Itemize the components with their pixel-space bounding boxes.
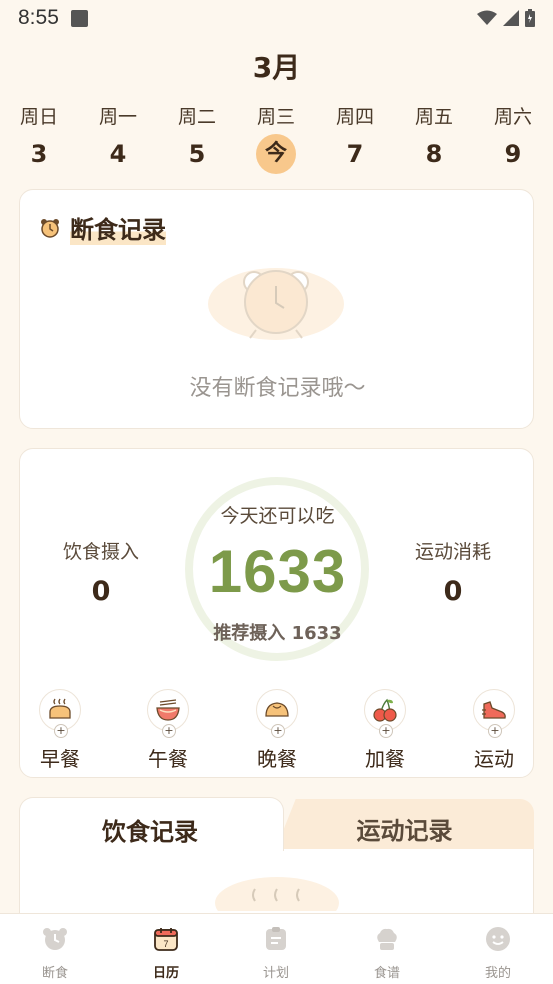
tab-sport-label[interactable]: 运动记录 [275, 811, 534, 846]
nav-calendar[interactable]: 7 日历 [126, 926, 206, 981]
day-number: 9 [504, 140, 522, 168]
day-number: 8 [425, 140, 443, 168]
status-left: 8:55 [18, 6, 88, 30]
tab-diet-record[interactable]: 饮食记录 [19, 797, 284, 851]
signal-icon [503, 10, 519, 26]
nav-label: 断食 [41, 966, 68, 981]
bottom-nav: 断食 7 日历 计划 食谱 我的 [0, 913, 553, 984]
day-tuesday[interactable]: 周二 5 [167, 102, 227, 174]
add-breakfast-button[interactable]: + 早餐 [25, 689, 95, 772]
add-dinner-button[interactable]: + 晚餐 [242, 689, 312, 772]
nav-label: 日历 [152, 966, 179, 981]
remaining-label: 今天还可以吃 [220, 505, 335, 527]
cherry-icon: + [364, 689, 406, 738]
day-saturday[interactable]: 周六 9 [483, 102, 543, 174]
day-number: 4 [109, 140, 127, 168]
day-number: 3 [30, 140, 48, 168]
day-name: 周二 [177, 106, 216, 128]
plus-icon: + [488, 724, 502, 738]
day-name: 周五 [414, 106, 453, 128]
meal-label: 早餐 [40, 747, 80, 771]
day-thursday[interactable]: 周四 7 [325, 102, 385, 174]
burn-value: 0 [443, 576, 463, 607]
day-friday[interactable]: 周五 8 [404, 102, 464, 174]
meal-label: 加餐 [365, 747, 405, 771]
nav-fasting[interactable]: 断食 [15, 926, 95, 981]
fasting-empty-text: 没有断食记录哦～ [189, 376, 366, 401]
day-name: 周六 [493, 106, 532, 128]
calorie-card: 今天还可以吃 1633 推荐摄入 1633 饮食摄入 0 运动消耗 0 + 早餐 [19, 448, 534, 778]
today-marker: 今 [256, 134, 296, 174]
calendar-icon: 7 [154, 928, 178, 951]
burn-stat[interactable]: 运动消耗 0 [388, 537, 518, 607]
day-name: 周一 [98, 106, 137, 128]
day-monday[interactable]: 周一 4 [88, 102, 148, 174]
tab-diet-label: 饮食记录 [102, 818, 198, 846]
wifi-icon [477, 10, 497, 25]
nav-plan[interactable]: 计划 [236, 926, 316, 981]
bread-icon: + [39, 689, 81, 738]
meal-label: 运动 [474, 747, 514, 771]
plus-icon: + [54, 724, 68, 738]
add-snack-button[interactable]: + 加餐 [350, 689, 420, 772]
intake-value: 0 [91, 576, 111, 607]
plus-icon: + [162, 724, 176, 738]
day-number: 5 [188, 140, 206, 168]
intake-label: 饮食摄入 [62, 541, 139, 563]
add-exercise-button[interactable]: + 运动 [459, 689, 529, 772]
empty-clock-illustration [208, 268, 344, 340]
plus-icon: + [271, 724, 285, 738]
chef-hat-icon [377, 928, 397, 950]
alarm-clock-icon [43, 928, 67, 950]
status-time: 8:55 [18, 6, 59, 29]
bun-icon: + [256, 689, 298, 738]
nav-label: 计划 [262, 966, 289, 981]
recommended-intake: 推荐摄入 1633 [213, 623, 342, 644]
notification-icon [70, 9, 88, 27]
smiley-icon [486, 927, 510, 951]
fasting-card[interactable]: 断食记录 没有断食记录哦～ [19, 189, 534, 429]
month-title[interactable]: 3月 [0, 46, 553, 86]
clipboard-icon [266, 927, 286, 950]
day-sunday[interactable]: 周日 3 [9, 102, 69, 174]
meal-label: 晚餐 [257, 747, 297, 771]
day-wednesday-today[interactable]: 周三 今 [246, 102, 306, 174]
burn-label: 运动消耗 [414, 541, 491, 563]
battery-icon [525, 9, 535, 27]
week-strip: 周日 3 周一 4 周二 5 周三 今 周四 7 周五 8 周六 9 [0, 102, 553, 174]
sneaker-icon: + [473, 689, 515, 738]
meal-shortcuts: + 早餐 + 午餐 + 晚餐 + 加餐 + 运动 [20, 689, 535, 773]
day-number: 7 [346, 140, 364, 168]
add-lunch-button[interactable]: + 午餐 [133, 689, 203, 772]
meal-label: 午餐 [148, 747, 188, 771]
steam-bowl-illustration [215, 877, 339, 911]
fasting-title: 断食记录 [70, 210, 166, 245]
status-right [477, 9, 535, 27]
nav-label: 我的 [484, 966, 511, 981]
alarm-clock-icon [41, 218, 59, 238]
nav-label: 食谱 [373, 966, 400, 981]
nav-profile[interactable]: 我的 [458, 926, 538, 981]
nav-recipes[interactable]: 食谱 [347, 926, 427, 981]
status-bar: 8:55 [0, 0, 553, 36]
plus-icon: + [379, 724, 393, 738]
noodle-bowl-icon: + [147, 689, 189, 738]
intake-stat[interactable]: 饮食摄入 0 [36, 537, 166, 607]
day-name: 周日 [19, 106, 58, 128]
day-name: 周三 [256, 106, 295, 128]
svg-text:7: 7 [163, 939, 168, 949]
fasting-header: 断食记录 [40, 210, 166, 245]
day-name: 周四 [335, 106, 374, 128]
